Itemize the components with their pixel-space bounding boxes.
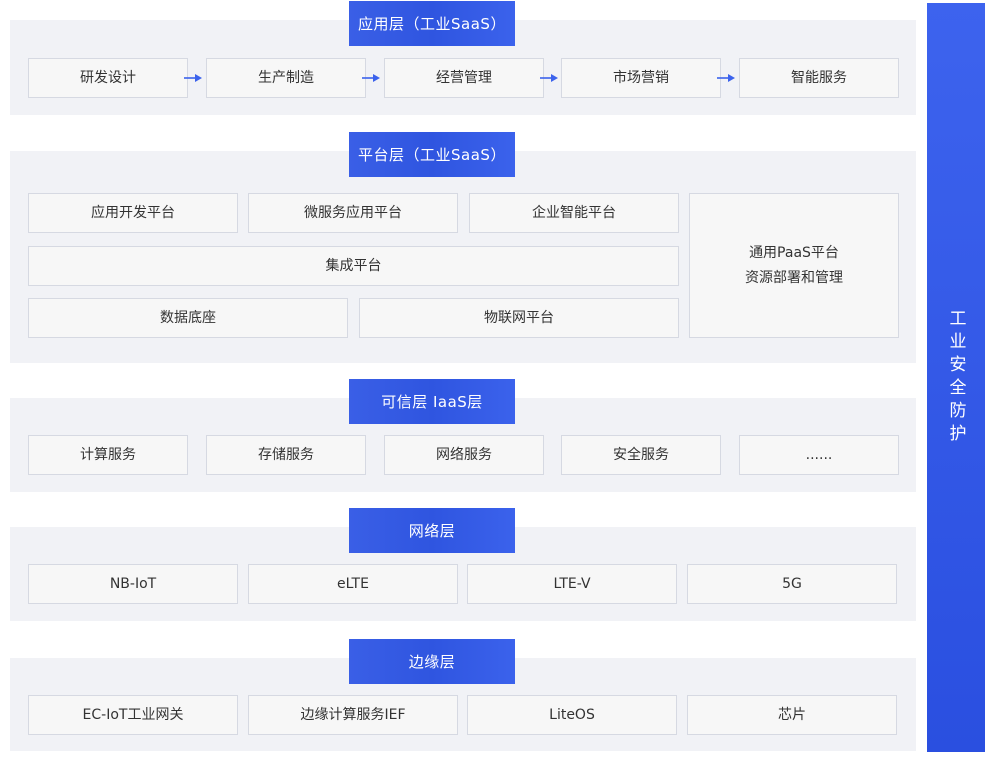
edge-item-liteos: LiteOS	[467, 695, 677, 735]
platform-item-microservice: 微服务应用平台	[248, 193, 458, 233]
edge-layer-title: 边缘层	[349, 639, 515, 684]
paas-line-2: 资源部署和管理	[745, 269, 843, 286]
network-item-elte: eLTE	[248, 564, 458, 604]
edge-item-chip: 芯片	[687, 695, 897, 735]
security-protection-label: 工业安全防护	[945, 308, 966, 447]
platform-item-data-base: 数据底座	[28, 298, 348, 338]
app-item-marketing: 市场营销	[561, 58, 721, 98]
platform-item-integration: 集成平台	[28, 246, 679, 286]
arrow-icon	[362, 74, 380, 82]
platform-layer-title: 平台层（工业SaaS）	[349, 132, 515, 177]
platform-item-paas: 通用PaaS平台 资源部署和管理	[689, 193, 899, 338]
arrow-icon	[717, 74, 735, 82]
iaas-item-more: ......	[739, 435, 899, 475]
app-item-smart-service: 智能服务	[739, 58, 899, 98]
network-item-5g: 5G	[687, 564, 897, 604]
app-item-operation: 经营管理	[384, 58, 544, 98]
iaas-item-network: 网络服务	[384, 435, 544, 475]
network-layer-title: 网络层	[349, 508, 515, 553]
arrow-icon	[184, 74, 202, 82]
iaas-layer-title: 可信层 IaaS层	[349, 379, 515, 424]
security-protection-bar: 工业安全防护	[927, 3, 985, 752]
app-layer-title: 应用层（工业SaaS）	[349, 1, 515, 46]
iaas-item-compute: 计算服务	[28, 435, 188, 475]
network-item-nb-iot: NB-IoT	[28, 564, 238, 604]
network-item-lte-v: LTE-V	[467, 564, 677, 604]
platform-item-iot: 物联网平台	[359, 298, 679, 338]
iaas-item-security: 安全服务	[561, 435, 721, 475]
app-item-rd-design: 研发设计	[28, 58, 188, 98]
platform-item-enterprise-ai: 企业智能平台	[469, 193, 679, 233]
arrow-icon	[540, 74, 558, 82]
iaas-item-storage: 存储服务	[206, 435, 366, 475]
platform-item-app-dev: 应用开发平台	[28, 193, 238, 233]
edge-item-ief: 边缘计算服务IEF	[248, 695, 458, 735]
paas-line-1: 通用PaaS平台	[749, 244, 839, 261]
edge-item-gateway: EC-IoT工业网关	[28, 695, 238, 735]
app-item-production: 生产制造	[206, 58, 366, 98]
